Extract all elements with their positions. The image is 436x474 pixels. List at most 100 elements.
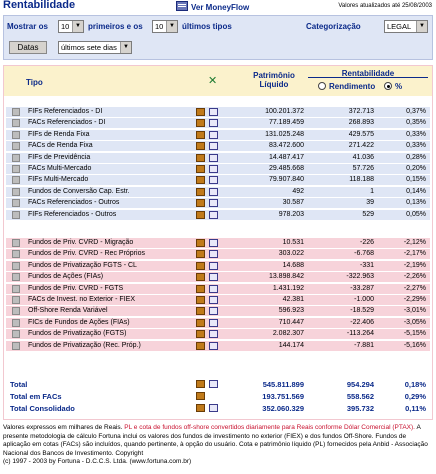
- table-icon[interactable]: [209, 404, 218, 412]
- fund-type-name[interactable]: Fundos de Priv. CVRD - FGTS: [28, 284, 123, 294]
- chart-icon[interactable]: [196, 108, 205, 116]
- table-icon[interactable]: [209, 307, 218, 316]
- table-icon[interactable]: [209, 210, 218, 219]
- chart-icon[interactable]: [196, 330, 205, 339]
- table-icon[interactable]: [209, 130, 218, 139]
- chart-icon[interactable]: [196, 176, 205, 185]
- chart-icon[interactable]: [196, 165, 205, 173]
- chart-icon[interactable]: [196, 273, 205, 282]
- table-icon[interactable]: [209, 153, 218, 162]
- fund-type-name[interactable]: Fundos de Conversão Cap. Estr.: [28, 187, 130, 197]
- row-select-icon[interactable]: [12, 239, 20, 247]
- row-select-icon[interactable]: [12, 153, 20, 162]
- chart-icon[interactable]: [196, 404, 205, 412]
- row-select-icon[interactable]: [12, 165, 20, 173]
- row-select-icon[interactable]: [12, 307, 20, 316]
- chart-icon[interactable]: [196, 199, 205, 208]
- fund-type-name[interactable]: FIFs Referenciados - DI: [28, 107, 102, 117]
- row-select-icon[interactable]: [12, 273, 20, 282]
- fund-type-name[interactable]: FACs Referenciados - DI: [28, 118, 105, 128]
- table-icon[interactable]: [209, 119, 218, 128]
- row-select-icon[interactable]: [12, 119, 20, 128]
- fund-type-name[interactable]: Fundos de Ações (FIAs): [28, 272, 103, 282]
- fund-type-name[interactable]: FIFs Multi-Mercado: [28, 175, 88, 185]
- row-select-icon[interactable]: [12, 341, 20, 350]
- table-icon[interactable]: [209, 108, 218, 116]
- category-select[interactable]: LEGAL ▼: [384, 20, 428, 33]
- row-select-icon[interactable]: [12, 210, 20, 219]
- table-icon[interactable]: [209, 239, 218, 247]
- fund-type-name[interactable]: FACs Multi-Mercado: [28, 164, 91, 174]
- fund-type-name[interactable]: FACs de Renda Fixa: [28, 141, 93, 151]
- col-tipo[interactable]: Tipo: [26, 78, 43, 87]
- fund-type-name[interactable]: Fundos de Priv. CVRD - Rec Próprios: [28, 249, 145, 259]
- patrimonio-value: 30.587: [282, 199, 304, 207]
- chart-icon[interactable]: [196, 142, 205, 151]
- table-icon[interactable]: [209, 187, 218, 196]
- first-count-select[interactable]: 10 ▼: [58, 20, 84, 33]
- row-select-icon[interactable]: [12, 199, 20, 208]
- table-icon[interactable]: [209, 318, 218, 327]
- chart-icon[interactable]: [196, 187, 205, 196]
- radio-rendimento[interactable]: Rendimento: [318, 82, 375, 91]
- chart-icon[interactable]: [196, 250, 205, 259]
- chart-icon[interactable]: [196, 261, 205, 270]
- chart-icon[interactable]: [196, 153, 205, 162]
- fund-type-name[interactable]: Fundos de Privatização (FGTS): [28, 329, 126, 339]
- fund-type-name[interactable]: FACs Referenciados - Outros: [28, 198, 119, 208]
- fund-type-name[interactable]: FIFs Referenciados - Outros: [28, 210, 116, 220]
- chart-icon[interactable]: [196, 392, 205, 400]
- table-icon[interactable]: [209, 341, 218, 350]
- chart-icon[interactable]: [196, 341, 205, 350]
- chart-icon[interactable]: [196, 296, 205, 304]
- fund-type-name[interactable]: Fundos de Privatização FGTS - CL: [28, 261, 137, 271]
- table-icon[interactable]: [209, 199, 218, 208]
- table-icon[interactable]: [209, 250, 218, 259]
- fund-type-name[interactable]: FICs de Fundos de Ações (FIAs): [28, 318, 130, 328]
- chart-icon[interactable]: [196, 119, 205, 128]
- moneyflow-link[interactable]: Ver MoneyFlow: [176, 1, 249, 12]
- chart-icon[interactable]: [196, 318, 205, 327]
- fund-type-name[interactable]: FIFs de Renda Fixa: [28, 130, 89, 140]
- col-patrimonio-1[interactable]: Patrimônio: [244, 71, 304, 80]
- row-select-icon[interactable]: [12, 187, 20, 196]
- row-select-icon[interactable]: [12, 330, 20, 339]
- row-select-icon[interactable]: [12, 261, 20, 270]
- row-select-icon[interactable]: [12, 296, 20, 304]
- table-icon[interactable]: [209, 261, 218, 270]
- fund-type-name[interactable]: FACs de Invest. no Exterior - FIEX: [28, 295, 135, 305]
- row-select-icon[interactable]: [12, 130, 20, 139]
- row-select-icon[interactable]: [12, 108, 20, 116]
- table-icon[interactable]: [209, 273, 218, 282]
- patrimonio-value: 83.472.600: [268, 142, 304, 150]
- table-icon[interactable]: [209, 330, 218, 339]
- row-select-icon[interactable]: [12, 318, 20, 327]
- excel-export-icon[interactable]: ✕: [208, 74, 220, 87]
- table-icon[interactable]: [209, 284, 218, 293]
- fund-type-name[interactable]: FIFs de Previdência: [28, 153, 90, 163]
- chart-icon[interactable]: [196, 210, 205, 219]
- table-icon[interactable]: [209, 380, 218, 388]
- fund-type-name[interactable]: Fundos de Priv. CVRD - Migração: [28, 238, 133, 248]
- chart-icon[interactable]: [196, 380, 205, 388]
- table-icon[interactable]: [209, 176, 218, 185]
- row-select-icon[interactable]: [12, 176, 20, 185]
- chart-icon[interactable]: [196, 284, 205, 293]
- fund-type-name[interactable]: Fundos de Privatização (Rec. Próp.): [28, 341, 141, 351]
- last-count-select[interactable]: 10 ▼: [152, 20, 178, 33]
- dates-button[interactable]: Datas: [9, 41, 47, 54]
- period-select[interactable]: últimos sete dias ▼: [58, 41, 132, 54]
- table-icon[interactable]: [209, 165, 218, 173]
- patrimonio-value: 77.189.459: [268, 119, 304, 127]
- chart-icon[interactable]: [196, 130, 205, 139]
- row-select-icon[interactable]: [12, 250, 20, 259]
- row-select-icon[interactable]: [12, 284, 20, 293]
- table-icon[interactable]: [209, 296, 218, 304]
- table-icon[interactable]: [209, 142, 218, 151]
- radio-percent[interactable]: %: [384, 82, 402, 91]
- fund-type-name[interactable]: Off-Shore Renda Variável: [28, 306, 108, 316]
- chart-icon[interactable]: [196, 307, 205, 316]
- chart-icon[interactable]: [196, 239, 205, 247]
- row-select-icon[interactable]: [12, 142, 20, 151]
- rendimento-value: -33.287: [350, 284, 374, 292]
